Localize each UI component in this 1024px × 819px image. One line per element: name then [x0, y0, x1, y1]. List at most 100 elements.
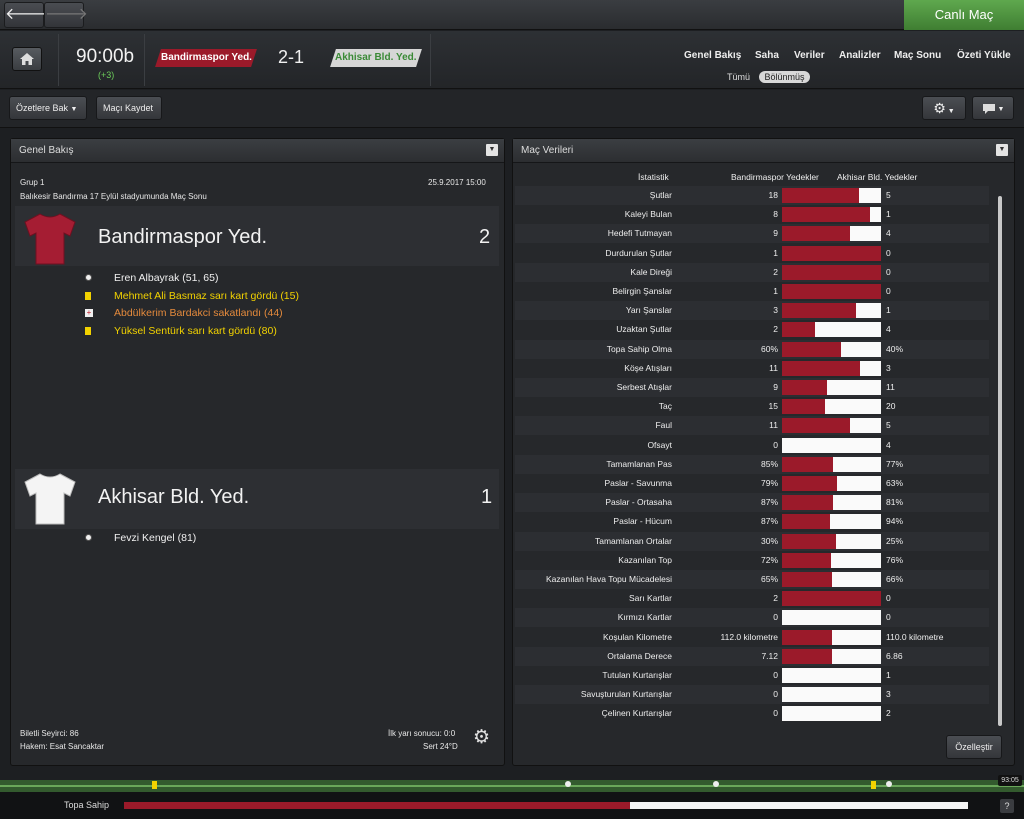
dropdown-arrow-icon: ▼	[998, 146, 1006, 153]
stat-comparison-bar	[782, 668, 881, 683]
nav-analysis[interactable]: Analizler	[839, 50, 881, 61]
home-kit-icon	[24, 213, 76, 265]
stats-scrollbar[interactable]	[996, 186, 1004, 732]
stat-home-value: 0	[773, 439, 778, 450]
match-clock: 90:00b	[76, 46, 135, 67]
goal-marker[interactable]	[886, 781, 892, 787]
stat-label: Serbest Atışlar	[616, 382, 672, 392]
stat-home-fill	[782, 322, 815, 338]
messages-button[interactable]: ▼	[972, 96, 1014, 120]
stat-home-value: 0	[773, 689, 778, 700]
match-datetime: 25.9.2017 15:00	[428, 178, 486, 187]
stat-home-value: 2	[773, 324, 778, 335]
stat-label: Koşulan Kilometre	[603, 631, 672, 642]
back-button[interactable]: 🡐	[4, 2, 48, 28]
stat-home-value: 85%	[760, 458, 778, 469]
stat-comparison-bar	[782, 264, 881, 280]
away-team-goals: 1	[481, 486, 493, 508]
subtab-all[interactable]: Tümü	[722, 71, 755, 83]
stat-label: Ofsayt	[647, 439, 672, 450]
stat-label: Topa Sahip Olma	[606, 343, 672, 354]
stat-away-value: 5	[886, 420, 891, 431]
scrollbar-thumb[interactable]	[998, 196, 1002, 726]
stat-comparison-bar	[782, 418, 881, 434]
stat-home-fill	[782, 495, 834, 511]
attendance: Biletli Seyirci: 86	[20, 729, 79, 738]
stat-row: Yarı Şanslar 3 1	[515, 301, 989, 321]
home-icon	[20, 53, 34, 65]
stat-row: Kaleyi Bulan 8 1	[515, 205, 989, 224]
stat-row: Kazanılan Top 72% 76%	[515, 551, 989, 570]
stat-label: Kale Direği	[630, 266, 672, 277]
stat-label: Tutulan Kurtarışlar	[602, 670, 672, 680]
goal-marker[interactable]	[713, 781, 719, 787]
stat-comparison-bar	[782, 245, 881, 261]
goal-marker[interactable]	[565, 781, 571, 787]
subtab-split[interactable]: Bölünmüş	[759, 71, 810, 83]
view-highlights-button[interactable]: Özetlere Bak ▼	[9, 96, 87, 120]
stat-comparison-bar	[782, 207, 881, 223]
stat-away-value: 81%	[886, 497, 904, 508]
stat-home-value: 0	[773, 612, 778, 623]
stat-home-fill	[782, 341, 842, 357]
stat-home-value: 7.12	[761, 650, 778, 661]
stat-home-value: 2	[773, 593, 778, 604]
goal-icon	[85, 534, 92, 541]
stat-comparison-bar	[782, 591, 881, 607]
nav-match-end[interactable]: Maç Sonu	[894, 50, 941, 61]
stat-row: Hedefi Tutmayan 9 4	[515, 224, 989, 244]
stat-home-value: 3	[773, 305, 778, 316]
home-team-name: Bandirmaspor Yed.	[98, 226, 268, 248]
settings-button[interactable]: ⚙ ▼	[922, 96, 966, 120]
stat-comparison-bar	[782, 437, 881, 453]
stat-comparison-bar	[782, 341, 881, 357]
yellow-card-marker[interactable]	[871, 781, 876, 789]
away-team-tag[interactable]: Akhisar Bld. Yed.	[330, 49, 422, 67]
stat-comparison-bar	[782, 226, 881, 242]
stat-row: Taç 15 20	[515, 397, 989, 416]
stat-home-value: 87%	[760, 516, 778, 527]
added-time: (+3)	[98, 70, 115, 80]
stats-scroll-area[interactable]: Şutlar 18 5 Kaleyi Bulan 8 1 Hedefi Tutmayan 9 4…	[515, 186, 995, 732]
competition-group: Grup 1	[20, 178, 45, 187]
overview-panel-menu[interactable]: ▼	[486, 144, 498, 156]
home-button[interactable]	[12, 47, 42, 71]
stat-label: Kaleyi Bulan	[624, 209, 672, 220]
live-match-button[interactable]: Canlı Maç	[904, 0, 1024, 30]
nav-pitch[interactable]: Saha	[755, 50, 779, 61]
match-stats-panel-menu[interactable]: ▼	[996, 144, 1008, 156]
nav-overview[interactable]: Genel Bakış	[684, 50, 741, 61]
help-button[interactable]: ?	[1000, 799, 1014, 813]
stat-away-value: 2	[886, 708, 891, 719]
dropdown-arrow-icon: ▼	[488, 146, 496, 153]
stat-away-value: 0	[886, 593, 891, 604]
stat-home-value: 112.0 kilometre	[720, 631, 778, 642]
stat-home-value: 9	[773, 382, 778, 392]
stat-comparison-bar	[782, 687, 881, 703]
top-bar	[0, 0, 1024, 30]
stat-away-value: 11	[886, 382, 895, 392]
stat-label: Taç	[658, 401, 672, 412]
stat-comparison-bar	[782, 284, 881, 299]
stat-row: Çelinen Kurtarışlar 0 2	[515, 704, 989, 723]
stat-label: Tamamlanan Ortalar	[594, 535, 672, 546]
stat-away-value: 1	[886, 670, 891, 680]
nav-upload-highlights[interactable]: Özeti Yükle	[957, 50, 1011, 61]
match-timeline[interactable]: 93:05	[0, 775, 1024, 792]
yellow-card-marker[interactable]	[152, 781, 157, 789]
nav-stats[interactable]: Veriler	[794, 50, 825, 61]
stat-comparison-bar	[782, 533, 881, 549]
stat-row: Ortalama Derece 7.12 6.86	[515, 646, 989, 666]
home-team-tag[interactable]: Bandirmaspor Yed.	[155, 49, 257, 67]
stat-home-fill	[782, 380, 827, 395]
column-header-home: Bandirmaspor Yedekler	[731, 172, 819, 182]
save-match-button[interactable]: Maçı Kaydet	[96, 96, 162, 120]
referee: Hakem: Esat Sancaktar	[20, 742, 105, 751]
away-kit-icon	[24, 473, 76, 525]
match-settings-gear-icon[interactable]: ⚙	[473, 728, 490, 748]
customize-button[interactable]: Özelleştir	[946, 735, 1002, 759]
stat-row: Savuşturulan Kurtarışlar 0 3	[515, 685, 989, 705]
stat-away-value: 5	[886, 190, 891, 200]
forward-button[interactable]: 🡒	[44, 2, 88, 28]
stat-row: Koşulan Kilometre 112.0 kilometre 110.0 ki…	[515, 628, 989, 647]
